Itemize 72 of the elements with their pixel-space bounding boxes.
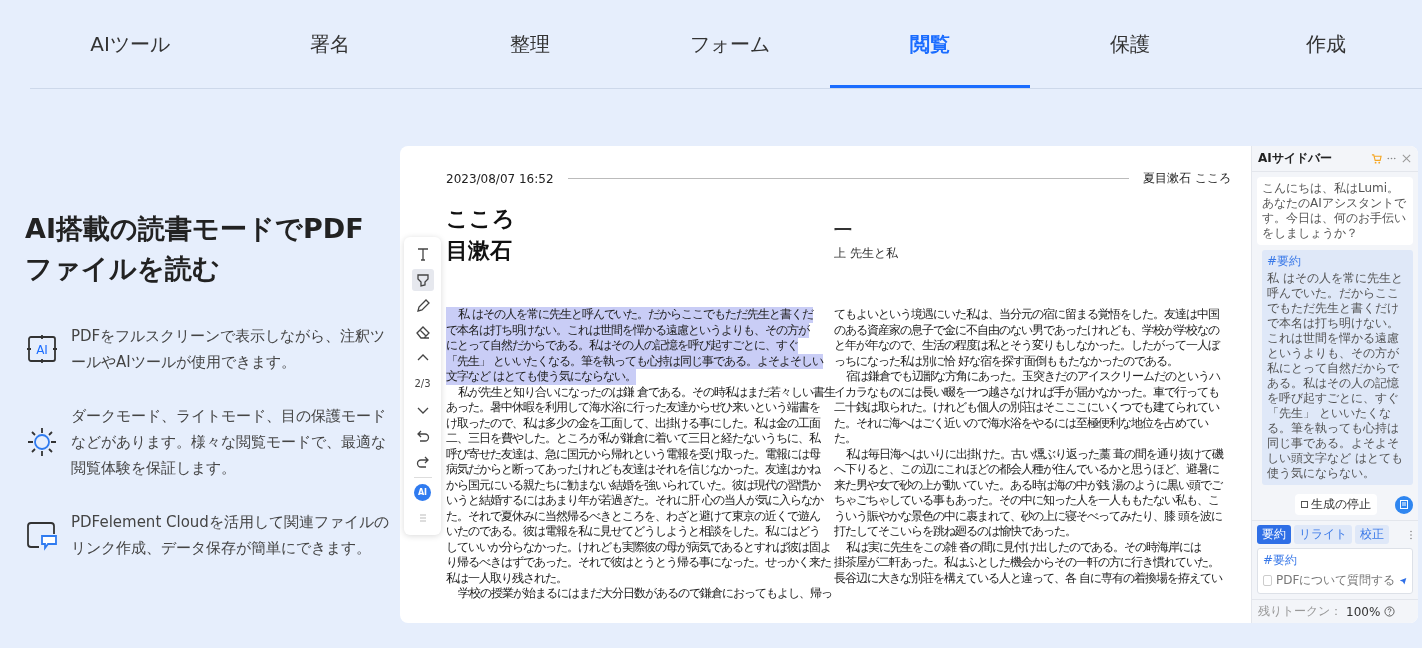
text-line: た。それで夏休みに当然帰るべきところを、わざと避けて東京の近くで遊ん	[446, 508, 820, 524]
text-line: 宿は鎌倉でも辺鄙な方角にあった。玉突きだのアイスクリームだのというハ	[845, 369, 1220, 385]
page-indicator: 2/3	[414, 377, 431, 391]
text-line: へ下りると、この辺にこれほどの都会人種が住んでいるかと思うほど、避暑に	[834, 462, 1219, 478]
text-line: 掛茶屋が二軒あった。私はふとした機会からその一軒の方に行き慣れていた。	[834, 555, 1219, 571]
text-line: と年が年なので、生活の程度は私とそう変りもしなかった。したがって一人ぼ	[834, 338, 1219, 354]
page-heading: AI搭載の読書モードでPDF ファイルを読む	[25, 211, 365, 286]
send-icon[interactable]	[1399, 575, 1407, 586]
text-line: のある資産家の息子で金に不自由のない男であったけれども、学校が学校なの	[834, 322, 1219, 338]
nav-tab[interactable]: 閲覧	[830, 0, 1030, 88]
page-date: 2023/08/07 16:52	[446, 171, 554, 186]
text-line: 私は毎日海へはいりに出掛けた。古い燻ぶり返った藁 葺の間を通り抜けて磯	[845, 446, 1223, 462]
nav-tab[interactable]: AIツール	[30, 0, 230, 88]
text-line: た。それに海へはごく近いので海水浴をやるには至極便利な地位を占めてい	[834, 415, 1208, 431]
text-line: ういう賑やかな景色の中に裹まれて、砂の上に寝そべってみたり、膝 頭を波に	[834, 508, 1222, 524]
text-line: 私が先生と知り合いになったのは鎌 倉である。その時私はまだ若々しい書生	[457, 384, 835, 400]
text-line: 私は実に先生をこの雑 沓の間に見付け出したのである。その時海岸には	[845, 539, 1201, 555]
running-head: 夏目漱石 こころ	[1143, 170, 1231, 187]
text-line: 私は一人取り残された。	[446, 570, 567, 586]
document-button[interactable]	[1395, 495, 1413, 514]
feature-text: PDFelement Cloudを活用して関連ファイルのリンク作成、データ保存が簡単にできます。	[71, 511, 389, 559]
text-line: あった。暑中休暇を利用して海水浴に行った友達からぜひ来いという端書を	[446, 400, 820, 416]
nav-tab[interactable]: 整理	[430, 0, 630, 88]
text-line: 呼び寄せた友達は、急に国元から帰れという電報を受け取った。電報には母	[446, 446, 820, 462]
nav-tab[interactable]: 署名	[230, 0, 430, 88]
text-line: 来た男や女で砂の上が動いていた。ある時は海の中が銭 湯のように黒い頭でご	[834, 477, 1222, 493]
message-tag: #要約	[1267, 254, 1302, 269]
prompt-tab[interactable]: リライト	[1294, 525, 1352, 544]
text-line: イカラなものには長い畷を一つ越さなければ手が届かなかった。車で行っても	[834, 384, 1219, 400]
highlighter-icon[interactable]	[411, 269, 434, 291]
text-line: いたのである。彼は電報を私に見せてどうしようと相談をした。私にはどう	[446, 524, 820, 540]
cart-icon[interactable]	[1371, 153, 1382, 164]
text-line: り帰るべきはずであった。それで彼はとうとう帰る事になった。せっかく来た	[446, 555, 831, 571]
checkbox[interactable]	[1263, 575, 1272, 586]
ai-button[interactable]: AI	[414, 484, 431, 501]
text-line: から国元にいる親たちに勧まない結婚を強いられていた。彼は現代の習慣か	[446, 477, 820, 493]
text-line: っちになった私は別に恰 好な宿を探す面倒ももたなかったのである。	[834, 353, 1178, 369]
assistant-message: こんにちは、私はLumi。あなたのAIアシスタントです。今日は、何のお手伝いをしましょうか？	[1257, 177, 1413, 245]
message-text: 私 はその人を常に先生と呼んでいた。だからここでもただ先生と書くだけで本名は打ち明けない。これは世間を憚かる遠慮というよりも、その方が私にとって自然だからである。私はその人の記憶を呼び起すごとに、すぐ「先生」 といいたくなる。筆を執っても心持は同じ事である。よそよそしい頭文字など はとても使う気にならない。	[1267, 271, 1404, 481]
text-line: け取ったので、私は多少の金を工面して、出掛ける事にした。私は金の工面	[446, 415, 820, 431]
close-icon[interactable]	[1401, 153, 1412, 164]
text-line: た。	[834, 431, 856, 447]
text-line: 打たしてそこいらを跳ね廻るのは愉快であった。	[834, 524, 1076, 540]
prompt-tab[interactable]: 校正	[1355, 525, 1389, 544]
checkbox-label: PDFについて質問する	[1275, 572, 1396, 589]
text-line: 二、三日を費やした。ところが私が鎌倉に着いて三日と経たないうちに、私	[446, 431, 820, 447]
nav-tab[interactable]: 保護	[1030, 0, 1230, 88]
help-icon[interactable]	[1384, 606, 1396, 617]
text-line: 二十銭は取られた。けれども個人の別荘はそこここにいくつでも建てられてい	[834, 400, 1219, 416]
text-line: ちゃごちゃしている事もあった。その中に知った人を一人ももたない私も、こ	[834, 493, 1219, 509]
book-author: 目漱石	[446, 237, 512, 265]
text-line: いうと結婚するにはあまり年が若過ぎた。それに肝 心の当人が気に入らなか	[446, 493, 823, 509]
text-line: していいか分らなかった。けれども実際彼の母が病気であるとすれば彼は固よ	[446, 539, 831, 555]
tokens-value: 100%	[1346, 604, 1381, 619]
prompt-tab[interactable]: 要約	[1257, 525, 1291, 544]
tokens-label: 残りトークン：	[1258, 603, 1342, 620]
kebab-icon[interactable]	[1409, 529, 1413, 540]
nav-tab[interactable]: 作成	[1230, 0, 1422, 88]
text-line: てもよいという境遇にいた私は、当分元の宿に留まる覚悟をした。友達は中国	[834, 307, 1219, 323]
chapter-number: 一	[834, 221, 852, 239]
text-line: 長谷辺に大きな別荘を構えている人と違って、各 自に専有の着換場を拵えてい	[834, 570, 1222, 586]
book-title: こころ	[446, 205, 515, 233]
text-line: 病気だからと断ってあったけれども友達はそれを信じなかった。友達はかね	[446, 462, 820, 478]
sidebar-title: AIサイドバー	[1258, 150, 1333, 167]
stop-icon	[1301, 501, 1308, 508]
text-line: 学校の授業が始まるにはまだ大分日数があるので鎌倉におってもよし、帰っ	[457, 586, 832, 602]
nav-tab[interactable]: フォーム	[630, 0, 830, 88]
feature-text: PDFをフルスクリーンで表示しながら、注釈ツールやAIツールが使用できます。	[71, 325, 387, 373]
feature-text: ダークモード、ライトモード、目の保護モードなどがあります。様々な閲覧モードで、最適な閲覧体験を保証します。	[71, 405, 387, 479]
document-icon	[1400, 500, 1408, 509]
stop-button[interactable]: 生成の停止	[1295, 494, 1377, 515]
chapter-title: 上 先生と私	[834, 245, 898, 262]
